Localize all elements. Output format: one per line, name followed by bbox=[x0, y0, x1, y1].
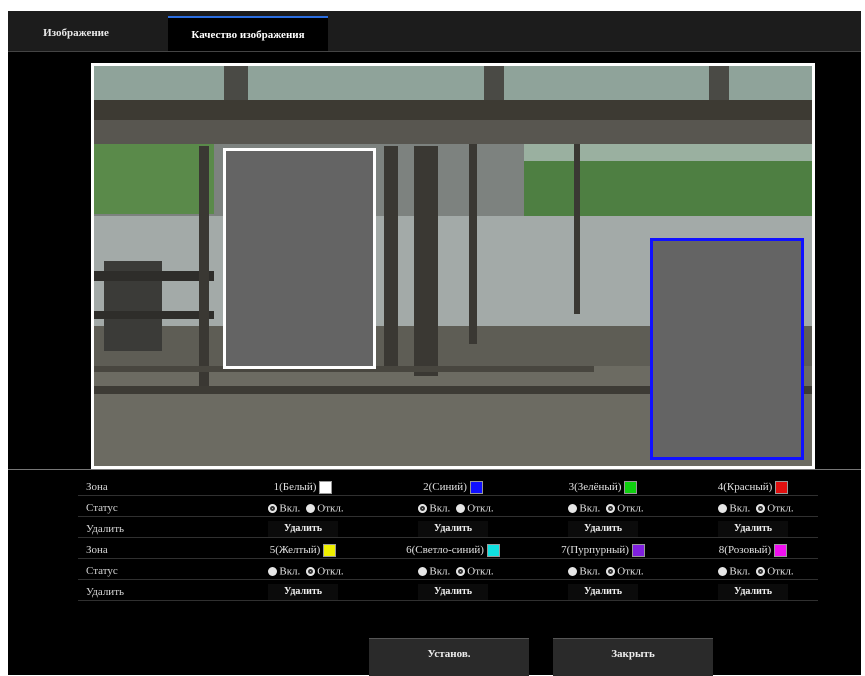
zone-8-on-radio[interactable] bbox=[718, 566, 728, 576]
zone-6-delete-button[interactable]: Удалить bbox=[418, 584, 488, 600]
zone-1-delete-button[interactable]: Удалить bbox=[268, 521, 338, 537]
zone-6-color-swatch bbox=[486, 543, 500, 557]
set-button[interactable]: Установ. bbox=[369, 638, 529, 676]
zone-5-delete-button[interactable]: Удалить bbox=[268, 584, 338, 600]
zone-2-color-swatch bbox=[469, 480, 483, 494]
zone-row-label: Зона bbox=[86, 544, 108, 556]
zone-7-delete-button[interactable]: Удалить bbox=[568, 584, 638, 600]
zone-1-off-radio[interactable] bbox=[306, 503, 316, 513]
zone-4-label: 4(Красный) bbox=[678, 479, 828, 495]
zone-5-status: Вкл. Откл. bbox=[228, 563, 378, 579]
privacy-zone-1-white[interactable] bbox=[223, 148, 376, 369]
zone-1-status: Вкл. Откл. bbox=[228, 500, 378, 516]
zone-8-delete-button[interactable]: Удалить bbox=[718, 584, 788, 600]
zone-8-name: 8(Розовый) bbox=[718, 544, 772, 556]
zone-1-on-radio[interactable] bbox=[268, 503, 278, 513]
zone-7-label: 7(Пурпурный) bbox=[528, 542, 678, 558]
zone-row-1: Зона 1(Белый) 2(Синий) 3(Зелёный) 4(Крас… bbox=[78, 479, 818, 496]
zone-row-2: Зона 5(Желтый) 6(Светло-синий) 7(Пурпурн… bbox=[78, 542, 818, 559]
zone-5-on-radio[interactable] bbox=[268, 566, 278, 576]
privacy-zone-window: Изображение Качество изображения Зона 1(… bbox=[8, 11, 861, 675]
delete-row-2: Удалить Удалить Удалить Удалить Удалить bbox=[78, 584, 818, 601]
on-label: Вкл. bbox=[279, 565, 301, 578]
zone-1-label: 1(Белый) bbox=[228, 479, 378, 495]
zone-1-name: 1(Белый) bbox=[273, 481, 317, 493]
zone-5-off-radio[interactable] bbox=[306, 566, 316, 576]
delete-row-1: Удалить Удалить Удалить Удалить Удалить bbox=[78, 521, 818, 538]
zone-4-name: 4(Красный) bbox=[717, 481, 773, 493]
zone-3-color-swatch bbox=[624, 480, 638, 494]
zone-3-delete-button[interactable]: Удалить bbox=[568, 521, 638, 537]
zone-7-name: 7(Пурпурный) bbox=[561, 544, 629, 556]
zone-1-color-swatch bbox=[319, 480, 333, 494]
zone-row-label: Зона bbox=[86, 481, 108, 493]
status-row-label: Статус bbox=[86, 565, 118, 577]
tab-image[interactable]: Изображение bbox=[16, 16, 136, 51]
zone-3-status: Вкл. Откл. bbox=[528, 500, 678, 516]
off-label: Откл. bbox=[317, 565, 344, 578]
off-label: Откл. bbox=[767, 565, 794, 578]
zone-2-off-radio[interactable] bbox=[456, 503, 466, 513]
privacy-zone-2-blue[interactable] bbox=[650, 238, 804, 460]
status-row-2: Статус Вкл. Откл. Вкл. Откл. Вкл. Откл. Вкл… bbox=[78, 563, 818, 580]
zone-6-name: 6(Светло-синий) bbox=[406, 544, 484, 556]
on-label: Вкл. bbox=[579, 502, 601, 515]
zone-8-color-swatch bbox=[774, 543, 788, 557]
on-label: Вкл. bbox=[729, 565, 751, 578]
off-label: Откл. bbox=[317, 502, 344, 515]
on-label: Вкл. bbox=[729, 502, 751, 515]
zone-4-color-swatch bbox=[775, 480, 789, 494]
zone-7-on-radio[interactable] bbox=[568, 566, 578, 576]
zone-8-status: Вкл. Откл. bbox=[678, 563, 828, 579]
zone-7-color-swatch bbox=[631, 543, 645, 557]
zone-4-delete-button[interactable]: Удалить bbox=[718, 521, 788, 537]
status-row-1: Статус Вкл. Откл. Вкл. Откл. Вкл. Откл. Вкл… bbox=[78, 500, 818, 517]
zone-3-off-radio[interactable] bbox=[606, 503, 616, 513]
zone-6-on-radio[interactable] bbox=[418, 566, 428, 576]
zone-4-on-radio[interactable] bbox=[718, 503, 728, 513]
zone-8-off-radio[interactable] bbox=[756, 566, 766, 576]
off-label: Откл. bbox=[617, 565, 644, 578]
zone-2-name: 2(Синий) bbox=[423, 481, 467, 493]
off-label: Откл. bbox=[617, 502, 644, 515]
zone-7-status: Вкл. Откл. bbox=[528, 563, 678, 579]
zone-2-on-radio[interactable] bbox=[418, 503, 428, 513]
zone-4-status: Вкл. Откл. bbox=[678, 500, 828, 516]
zone-2-delete-button[interactable]: Удалить bbox=[418, 521, 488, 537]
off-label: Откл. bbox=[767, 502, 794, 515]
on-label: Вкл. bbox=[429, 565, 451, 578]
close-button[interactable]: Закрыть bbox=[553, 638, 713, 676]
zone-5-label: 5(Желтый) bbox=[228, 542, 378, 558]
zone-3-name: 3(Зелёный) bbox=[568, 481, 622, 493]
delete-row-label: Удалить bbox=[86, 523, 125, 535]
zone-5-color-swatch bbox=[323, 543, 337, 557]
on-label: Вкл. bbox=[429, 502, 451, 515]
camera-preview[interactable] bbox=[91, 63, 815, 469]
zone-7-off-radio[interactable] bbox=[606, 566, 616, 576]
zone-6-off-radio[interactable] bbox=[456, 566, 466, 576]
zone-3-label: 3(Зелёный) bbox=[528, 479, 678, 495]
on-label: Вкл. bbox=[279, 502, 301, 515]
on-label: Вкл. bbox=[579, 565, 601, 578]
off-label: Откл. bbox=[467, 565, 494, 578]
zone-5-name: 5(Желтый) bbox=[269, 544, 321, 556]
zone-3-on-radio[interactable] bbox=[568, 503, 578, 513]
zone-8-label: 8(Розовый) bbox=[678, 542, 828, 558]
zone-6-label: 6(Светло-синий) bbox=[378, 542, 528, 558]
separator bbox=[8, 469, 861, 470]
tab-image-quality[interactable]: Качество изображения bbox=[168, 16, 328, 51]
tab-bar: Изображение Качество изображения bbox=[8, 11, 861, 52]
zone-4-off-radio[interactable] bbox=[756, 503, 766, 513]
zone-2-status: Вкл. Откл. bbox=[378, 500, 528, 516]
delete-row-label: Удалить bbox=[86, 586, 125, 598]
zone-2-label: 2(Синий) bbox=[378, 479, 528, 495]
off-label: Откл. bbox=[467, 502, 494, 515]
status-row-label: Статус bbox=[86, 502, 118, 514]
zone-6-status: Вкл. Откл. bbox=[378, 563, 528, 579]
